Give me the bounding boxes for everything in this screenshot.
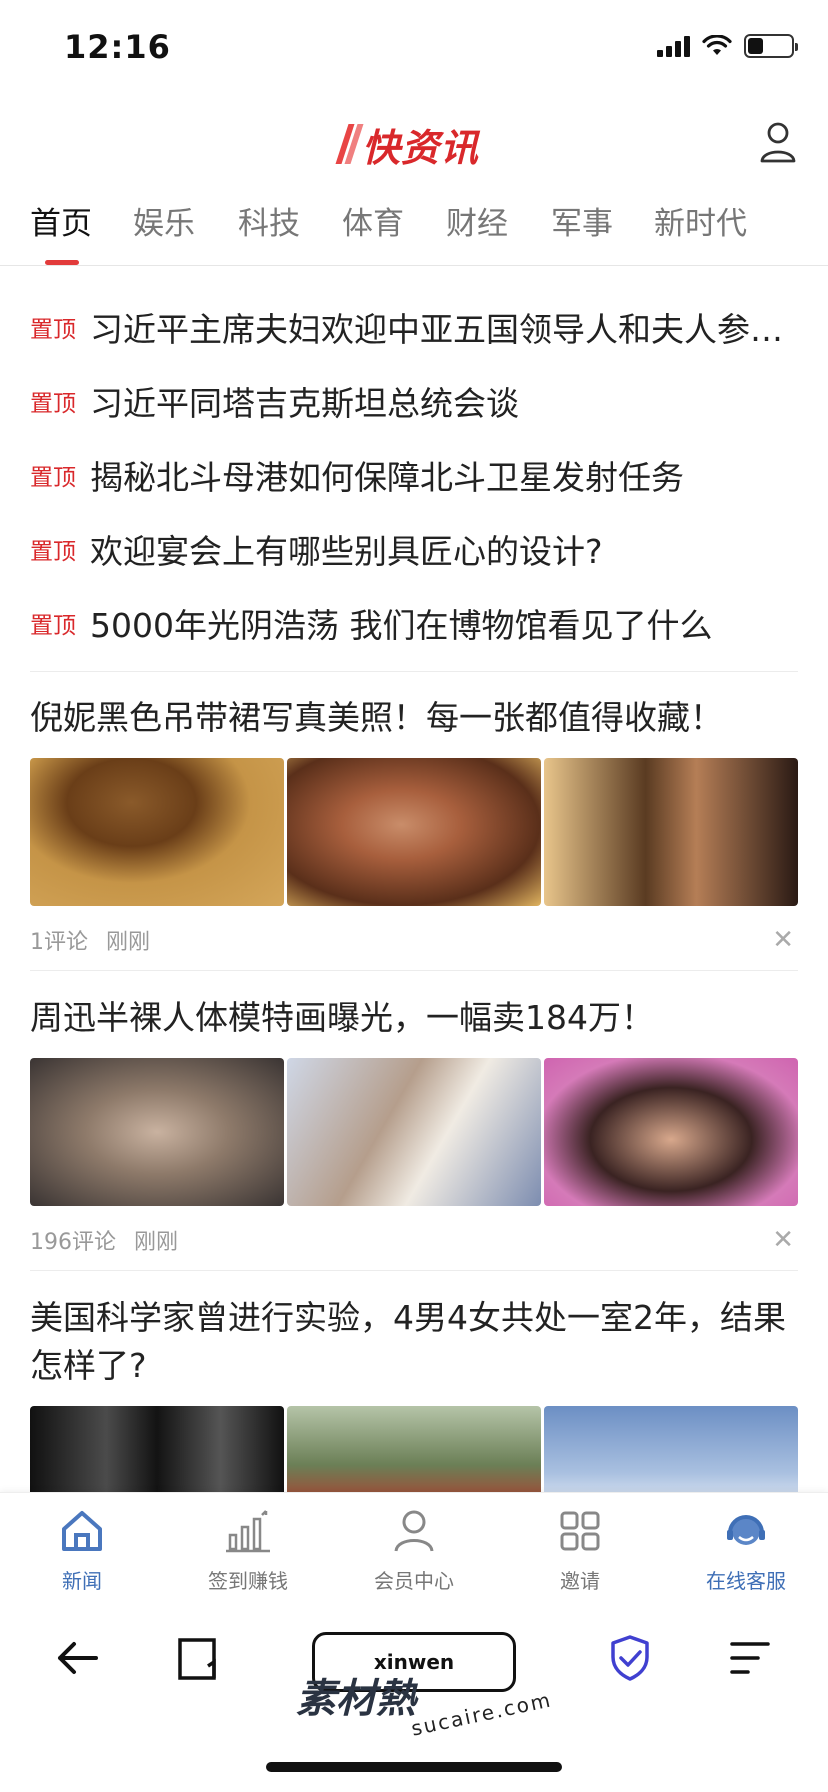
pinned-item[interactable]: 置顶 习近平主席夫妇欢迎中亚五国领导人和夫人参加中国－中亚峰会 [30,290,798,364]
app-logo[interactable]: 快资讯 [335,120,479,170]
user-profile-icon[interactable] [758,120,798,164]
pinned-title: 习近平同塔吉克斯坦总统会谈 [90,384,519,423]
bottom-tab-bar: 新闻 签到赚钱 会员中心 邀请 在线客服 [0,1492,828,1610]
article-image[interactable] [287,758,541,906]
pinned-tag: 置顶 [30,613,76,639]
tabbar-label: 签到赚钱 [208,1569,288,1593]
article-image-row [30,758,798,906]
tabbar-label: 新闻 [62,1569,102,1593]
tab-new-era[interactable]: 新时代 [654,198,747,243]
app-header: 快资讯 [0,100,828,180]
pinned-news-list: 置顶 习近平主席夫妇欢迎中亚五国领导人和夫人参加中国－中亚峰会 置顶 习近平同塔… [30,290,798,660]
tab-tech[interactable]: 科技 [238,198,300,243]
home-icon [62,1511,102,1551]
shield-check-icon[interactable] [606,1632,654,1684]
menu-icon[interactable] [726,1632,774,1684]
tab-home[interactable]: 首页 [30,198,92,243]
news-article[interactable]: 倪妮黑色吊带裙写真美照！每一张都值得收藏！ 1评论 刚刚 ✕ [30,694,798,956]
bar-chart-icon [226,1510,270,1553]
tabbar-news[interactable]: 新闻 [12,1505,152,1594]
article-title: 周迅半裸人体模特画曝光，一幅卖184万！ [30,998,654,1037]
article-title: 倪妮黑色吊带裙写真美照！每一张都值得收藏！ [30,698,723,737]
battery-icon [744,34,798,58]
cellular-signal-icon [657,35,690,57]
tab-military[interactable]: 军事 [551,198,613,243]
battery-fill [748,38,763,54]
news-article[interactable]: 周迅半裸人体模特画曝光，一幅卖184万！ 196评论 刚刚 ✕ [30,994,798,1256]
tab-sports[interactable]: 体育 [342,198,404,243]
article-image-row [30,1058,798,1206]
browser-toolbar: xinwen 素材熱 sucaire.com [0,1610,828,1792]
tabs-icon[interactable] [174,1632,222,1684]
tabbar-support[interactable]: 在线客服 [676,1505,816,1594]
article-image[interactable] [30,758,284,906]
pinned-title: 欢迎宴会上有哪些别具匠心的设计? [90,532,603,571]
logo-text: 快资讯 [362,125,480,170]
pinned-tag: 置顶 [30,539,76,565]
customer-service-icon [727,1515,765,1545]
tab-entertainment[interactable]: 娱乐 [133,198,195,243]
pinned-title: 习近平主席夫妇欢迎中亚五国领导人和夫人参加中国－中亚峰会 [90,310,798,349]
pinned-item[interactable]: 置顶 习近平同塔吉克斯坦总统会谈 [30,364,798,438]
divider [30,671,798,672]
status-icons [657,34,798,58]
back-arrow-icon[interactable] [54,1632,102,1684]
tabbar-invite[interactable]: 邀请 [510,1505,650,1594]
pinned-title: 揭秘北斗母港如何保障北斗卫星发射任务 [90,458,684,497]
watermark-url: sucaire.com [409,1687,555,1741]
article-title: 美国科学家曾进行实验，4男4女共处一室2年，结果怎样了? [30,1298,786,1385]
article-meta: 196评论 刚刚 ✕ [30,1224,798,1256]
divider [30,1270,798,1271]
pinned-item[interactable]: 置顶 欢迎宴会上有哪些别具匠心的设计? [30,512,798,586]
tabbar-label: 邀请 [560,1569,600,1593]
category-tabs: 首页 娱乐 科技 体育 财经 军事 新时代 [0,192,828,266]
logo-mark-icon [335,124,364,164]
comment-count: 1评论 [30,930,88,955]
publish-time: 刚刚 [106,930,151,955]
status-bar: 12:16 [0,0,828,100]
active-tab-indicator [45,260,79,265]
pinned-item[interactable]: 置顶 5000年光阴浩荡 我们在博物馆看见了什么 [30,586,798,660]
article-image[interactable] [544,1058,798,1206]
comment-count: 196评论 [30,1230,116,1255]
pinned-item[interactable]: 置顶 揭秘北斗母港如何保障北斗卫星发射任务 [30,438,798,512]
watermark-logo: 素材熱 [296,1676,416,1722]
pinned-tag: 置顶 [30,391,76,417]
grid-icon [560,1511,600,1551]
dismiss-icon[interactable]: ✕ [772,1225,794,1255]
article-image[interactable] [30,1058,284,1206]
article-meta: 1评论 刚刚 ✕ [30,924,798,956]
publish-time: 刚刚 [134,1230,179,1255]
article-image[interactable] [287,1058,541,1206]
wifi-icon [702,35,732,55]
divider [30,970,798,971]
article-image[interactable] [544,758,798,906]
dismiss-icon[interactable]: ✕ [772,925,794,955]
tab-finance[interactable]: 财经 [446,198,508,243]
home-indicator [266,1762,562,1772]
pinned-title: 5000年光阴浩荡 我们在博物馆看见了什么 [90,606,713,645]
tabbar-label: 会员中心 [374,1569,454,1593]
pinned-tag: 置顶 [30,465,76,491]
tabbar-member[interactable]: 会员中心 [344,1505,484,1594]
status-time: 12:16 [64,28,171,66]
pinned-tag: 置顶 [30,317,76,343]
tabbar-label: 在线客服 [706,1569,786,1593]
tabbar-checkin[interactable]: 签到赚钱 [178,1505,318,1594]
person-icon [394,1510,434,1552]
